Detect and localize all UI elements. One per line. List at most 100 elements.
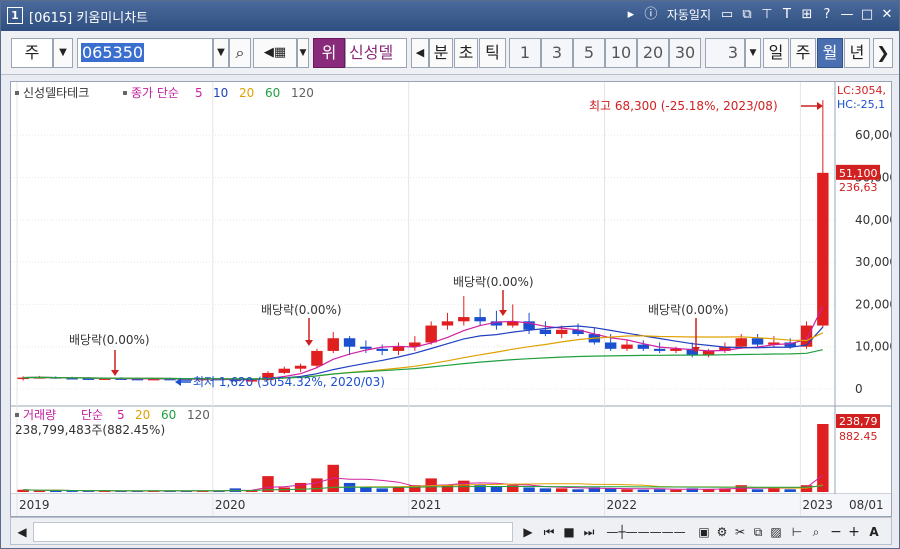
price-legend-ma: 120 <box>291 86 314 100</box>
legend-marker <box>15 413 19 417</box>
candle-body <box>637 344 650 349</box>
interval-3[interactable]: 3 <box>541 38 573 68</box>
volume-legend-indicator: 단순 <box>81 408 103 422</box>
code-dropdown-icon[interactable]: ▼ <box>213 38 229 68</box>
menu-arrow-icon[interactable]: ▸ <box>623 5 639 25</box>
volume-bar <box>784 489 796 492</box>
chart-area[interactable]: 60,00050,00040,00030,00020,00010,0000201… <box>10 81 897 517</box>
help-icon[interactable]: ? <box>819 5 835 25</box>
candle-body <box>751 338 764 345</box>
pin-icon[interactable]: ⊤ <box>759 5 775 25</box>
zoom-icon[interactable]: ⌕ <box>807 522 825 542</box>
volume-bar <box>637 489 650 492</box>
close-icon[interactable]: ✕ <box>879 5 895 25</box>
interval-20[interactable]: 20 <box>637 38 669 68</box>
minute-button[interactable]: 분 <box>429 38 453 68</box>
x-tick-label: 2020 <box>215 498 246 512</box>
interval-count[interactable]: 3 <box>705 38 745 68</box>
price-legend-stock: 신성델타테크 <box>23 86 89 100</box>
settings-icon[interactable]: ⚙ <box>713 522 731 542</box>
maximize-icon[interactable]: □ <box>859 5 875 25</box>
period-day[interactable]: 일 <box>763 38 789 68</box>
candle-body <box>360 346 372 349</box>
volume-bar <box>376 488 388 492</box>
candle-body <box>621 344 633 349</box>
x-tick-label: 2019 <box>19 498 50 512</box>
price-legend-ma: 60 <box>265 86 280 100</box>
mini-chart-window: 1 [0615] 키움미니차트 ▸ ⓘ 자동일지 ▭ ⧉ ⊤ T ⊞ ? — □… <box>0 0 900 549</box>
market-dropdown-icon[interactable]: ▼ <box>53 38 73 68</box>
zoom-in-icon[interactable]: + <box>845 522 863 542</box>
next-arrow-icon[interactable]: ❯ <box>873 38 893 68</box>
stock-code-input[interactable]: 065350 <box>77 38 213 68</box>
period-week[interactable]: 주 <box>790 38 816 68</box>
lc-label: LC:3054, <box>837 84 886 97</box>
dividend-annotation: 배당락(0.00%) <box>648 303 729 317</box>
price-legend-indicator: 종가 단순 <box>131 86 179 100</box>
pattern-icon[interactable]: ▨ <box>767 522 785 542</box>
volume-bar <box>751 489 764 492</box>
candle-body <box>425 325 437 343</box>
prev-arrow-icon[interactable]: ◀ <box>411 38 429 68</box>
stop-icon[interactable]: ■ <box>559 522 579 542</box>
price-tick-label: 60,000 <box>855 128 891 142</box>
dividend-annotation: 배당락(0.00%) <box>453 275 534 289</box>
volume-legend-ma: 60 <box>161 408 176 422</box>
tool-icon[interactable]: ✂ <box>731 522 749 542</box>
last-page-icon[interactable]: ⏭ <box>579 522 599 542</box>
legend-marker <box>15 91 19 95</box>
x-axis-date-label: 08/01 <box>849 498 884 512</box>
market-select[interactable]: 주 <box>11 38 53 68</box>
title-bar[interactable]: 1 [0615] 키움미니차트 ▸ ⓘ 자동일지 ▭ ⧉ ⊤ T ⊞ ? — □… <box>1 1 899 31</box>
volume-bar <box>392 487 405 492</box>
text-icon[interactable]: T <box>779 5 795 25</box>
interval-1[interactable]: 1 <box>509 38 541 68</box>
second-button[interactable]: 초 <box>454 38 478 68</box>
interval-10[interactable]: 10 <box>605 38 637 68</box>
auto-journal-button[interactable]: 자동일지 <box>663 5 715 25</box>
low-annotation: 최저 1,620 (3054.32%, 2020/03) <box>193 375 385 389</box>
price-tick-label: 30,000 <box>855 255 891 269</box>
price-legend-ma: 10 <box>213 86 228 100</box>
save-icon[interactable]: ▣ <box>695 522 713 542</box>
price-tick-label: 20,000 <box>855 297 891 311</box>
first-page-icon[interactable]: ⏮ <box>539 522 559 542</box>
price-tick-label: 10,000 <box>855 340 891 354</box>
layout-icon[interactable]: ▭ <box>719 5 735 25</box>
grid-icon[interactable]: ⊞ <box>799 5 815 25</box>
tick-button[interactable]: 틱 <box>479 38 506 68</box>
zoom-slider[interactable]: —┼————— <box>601 522 691 542</box>
crosshair-icon[interactable]: ⊢ <box>787 522 807 542</box>
candle-body <box>392 346 405 351</box>
scroll-track[interactable] <box>33 522 513 542</box>
volume-legend-ma: 120 <box>187 408 210 422</box>
wi-button[interactable]: 위 <box>313 38 345 68</box>
info-icon[interactable]: ⓘ <box>643 5 659 25</box>
scroll-left-icon[interactable]: ◀ <box>13 522 31 542</box>
speaker-dropdown-icon[interactable]: ▼ <box>297 38 309 68</box>
font-size-icon[interactable]: A <box>865 522 883 542</box>
minimize-icon[interactable]: — <box>839 5 855 25</box>
candle-body <box>604 342 617 349</box>
chart-toolbar: 주 ▼ 065350 ▼ ⌕ ◀▦ ▼ 위 신성델 ◀ 분 초 틱 1 3 5 … <box>1 31 899 75</box>
price-tick-label: 40,000 <box>855 213 891 227</box>
period-month[interactable]: 월 <box>817 38 843 68</box>
zoom-out-icon[interactable]: − <box>827 522 845 542</box>
speaker-icon[interactable]: ◀▦ <box>253 38 297 68</box>
volume-legend-ma: 20 <box>135 408 150 422</box>
copy-icon[interactable]: ⧉ <box>749 522 767 542</box>
volume-bar <box>311 478 323 492</box>
volume-bar <box>572 489 584 492</box>
candle-body <box>458 317 470 322</box>
search-icon[interactable]: ⌕ <box>229 38 251 68</box>
candlestick-chart[interactable]: 60,00050,00040,00030,00020,00010,0000201… <box>11 82 897 516</box>
chart-background <box>11 82 891 516</box>
candle-body <box>474 317 486 322</box>
period-year[interactable]: 년 <box>844 38 870 68</box>
interval-30[interactable]: 30 <box>669 38 701 68</box>
count-dropdown-icon[interactable]: ▼ <box>745 38 761 68</box>
interval-5[interactable]: 5 <box>573 38 605 68</box>
copy-window-icon[interactable]: ⧉ <box>739 5 755 25</box>
scroll-right-icon[interactable]: ▶ <box>519 522 537 542</box>
volume-bar <box>539 488 552 492</box>
